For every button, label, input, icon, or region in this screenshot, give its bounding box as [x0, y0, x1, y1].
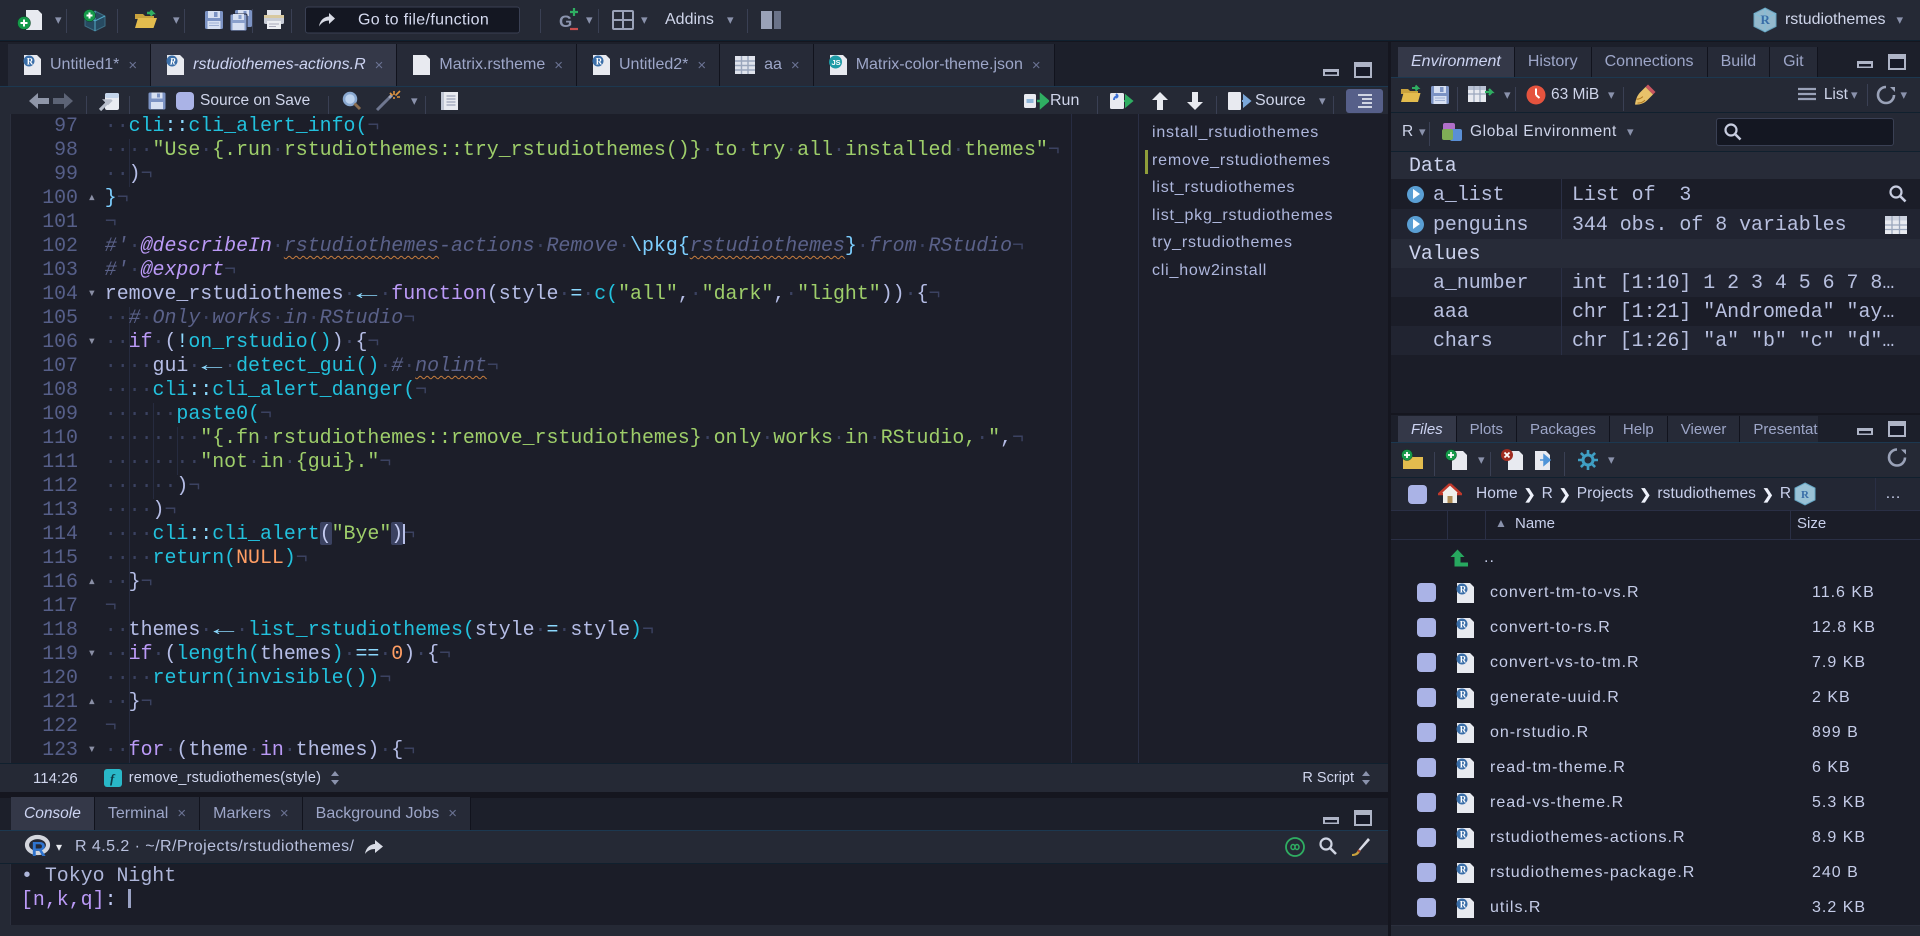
- svg-text:R: R: [1460, 829, 1468, 839]
- svg-text:R: R: [1460, 759, 1468, 769]
- svg-text:R: R: [169, 56, 176, 66]
- svg-text:R: R: [1460, 864, 1468, 874]
- svg-text:R: R: [1460, 689, 1468, 699]
- svg-text:R: R: [1460, 619, 1468, 629]
- svg-text:R: R: [1760, 12, 1770, 27]
- svg-text:R: R: [27, 56, 34, 66]
- svg-text:R: R: [1460, 794, 1468, 804]
- svg-text:R: R: [1460, 654, 1468, 664]
- svg-text:R: R: [1460, 724, 1468, 734]
- svg-text:R: R: [1460, 584, 1468, 594]
- svg-text:R: R: [32, 839, 47, 860]
- svg-text:R: R: [1460, 899, 1468, 909]
- svg-text:JS: JS: [831, 58, 840, 67]
- svg-text:R: R: [1801, 489, 1810, 501]
- svg-text:R: R: [596, 56, 603, 66]
